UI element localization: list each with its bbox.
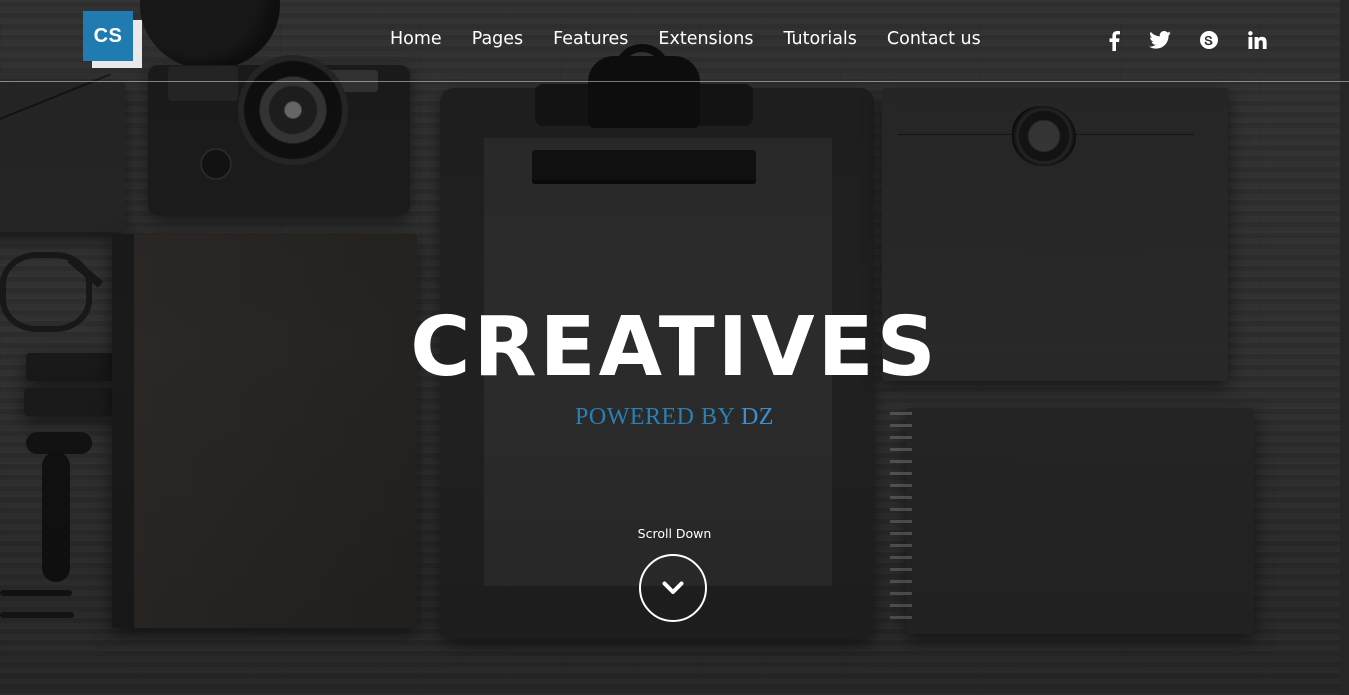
scroll-down-button[interactable] <box>639 554 707 622</box>
logo-mark[interactable]: CS <box>83 11 133 61</box>
linkedin-icon[interactable] <box>1245 28 1269 52</box>
nav-pages[interactable]: Pages <box>472 29 523 49</box>
scroll-down-label: Scroll Down <box>637 526 712 541</box>
hero-title: CREATIVES <box>410 300 939 395</box>
nav-contact-us[interactable]: Contact us <box>887 29 981 49</box>
nav-features[interactable]: Features <box>553 29 628 49</box>
nav-tutorials[interactable]: Tutorials <box>783 29 856 49</box>
subtitle-prefix: POWERED BY <box>575 404 741 430</box>
nav-extensions[interactable]: Extensions <box>658 29 753 49</box>
site-header: CS Home Pages Features Extensions Tutori… <box>0 0 1349 82</box>
twitter-icon[interactable] <box>1148 28 1172 52</box>
facebook-icon[interactable] <box>1102 28 1126 52</box>
nav-home[interactable]: Home <box>390 29 442 49</box>
logo[interactable]: CS <box>83 11 143 69</box>
skype-icon[interactable] <box>1197 28 1221 52</box>
hero-subtitle: POWERED BY DZ <box>0 404 1349 431</box>
subtitle-brand: DZ <box>740 404 774 430</box>
main-nav: Home Pages Features Extensions Tutorials… <box>390 29 1011 49</box>
chevron-down-icon <box>662 581 684 594</box>
